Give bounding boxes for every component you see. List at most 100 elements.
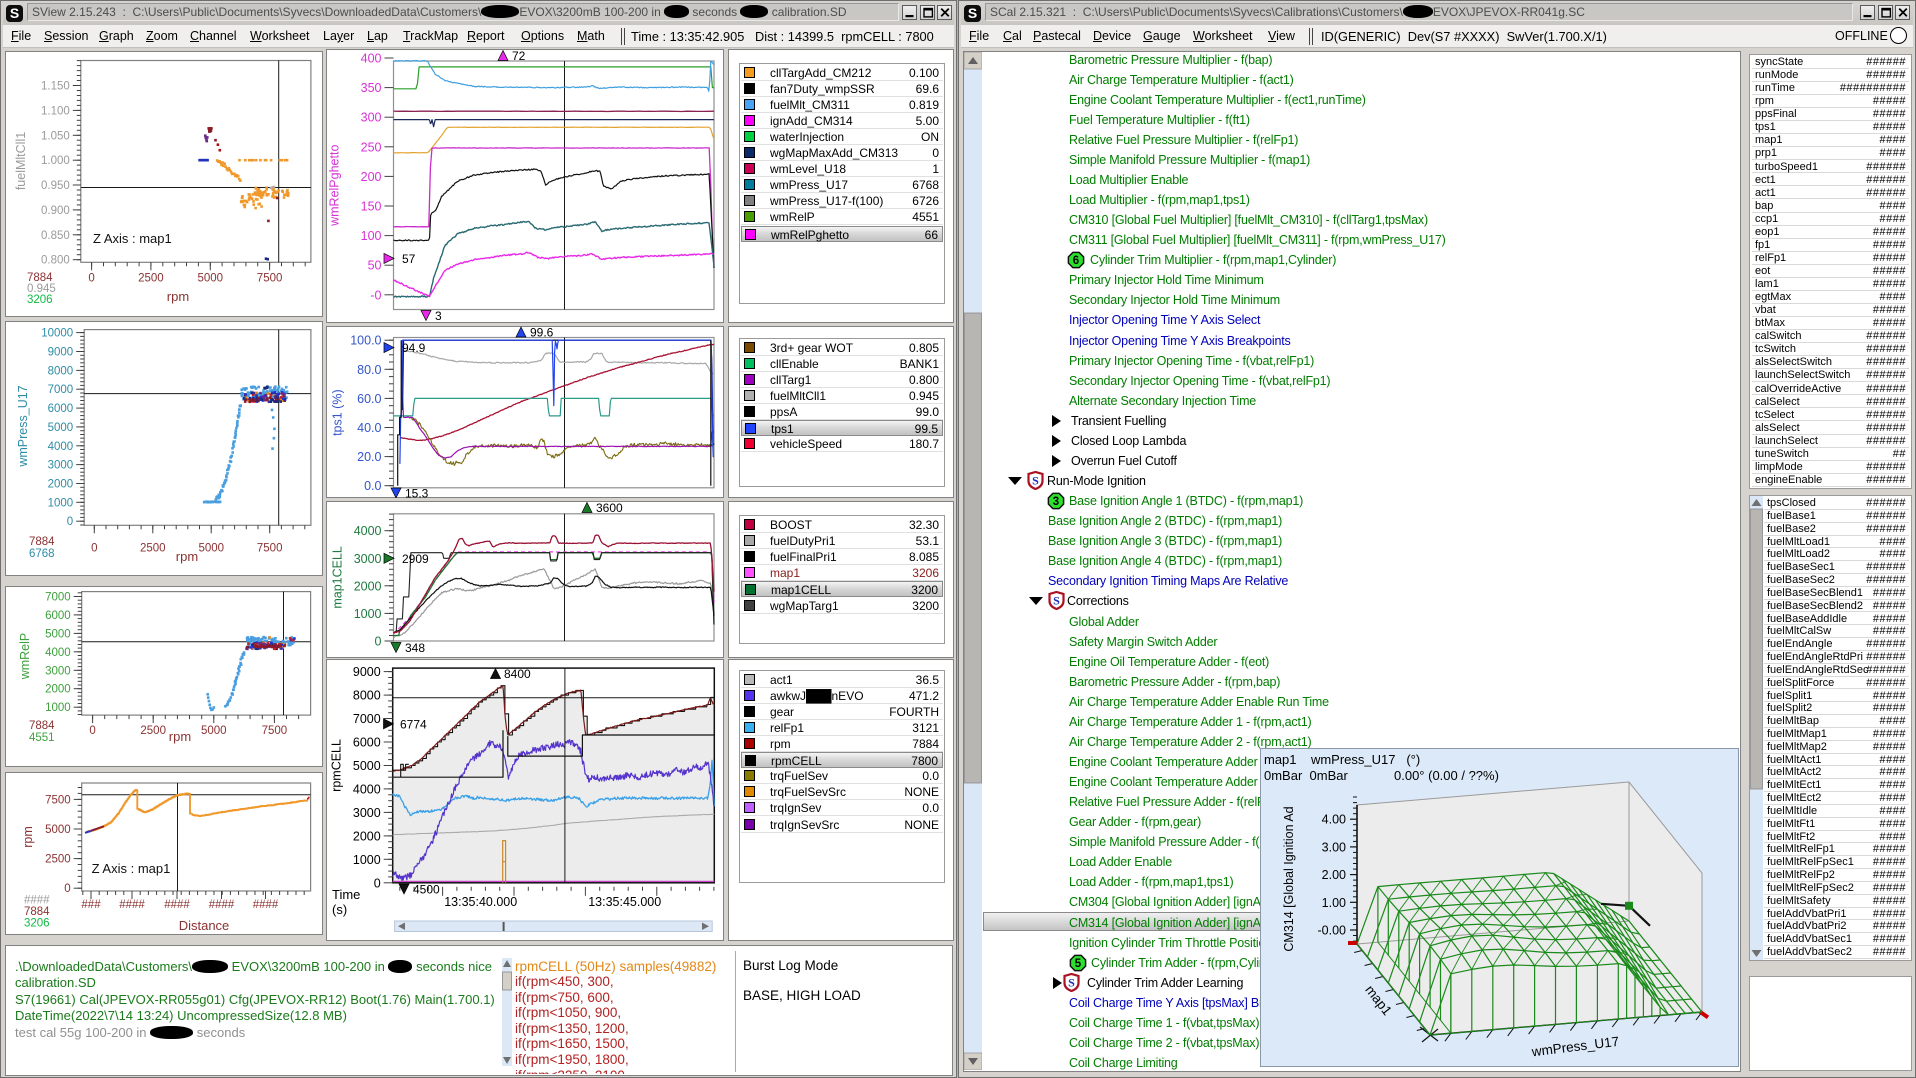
svg-text:6000: 6000 [45,610,71,622]
svg-text:2000: 2000 [354,579,382,593]
svg-text:Distance: Distance [179,918,230,933]
svg-text:7500: 7500 [262,725,288,737]
svg-text:9000: 9000 [48,346,74,358]
svg-text:8000: 8000 [48,365,74,377]
svg-text:1.150: 1.150 [41,81,70,93]
svg-text:2.00: 2.00 [1322,868,1346,882]
svg-text:13:35:40.000: 13:35:40.000 [444,895,517,909]
svg-text:2500: 2500 [45,854,71,866]
svg-text:300: 300 [361,111,382,125]
svg-text:1000: 1000 [45,702,71,714]
svg-text:0: 0 [91,542,97,554]
svg-text:1.100: 1.100 [41,105,70,117]
svg-text:3000: 3000 [354,552,382,566]
svg-text:fuelMltCll1: fuelMltCll1 [14,132,28,190]
svg-text:0.800: 0.800 [41,255,70,267]
svg-text:3600: 3600 [596,501,623,515]
svg-text:5000: 5000 [198,542,224,554]
svg-text:6000: 6000 [353,736,381,750]
svg-text:5000: 5000 [201,725,227,737]
svg-text:3206: 3206 [27,294,53,306]
svg-text:0: 0 [375,635,382,649]
svg-text:rpm: rpm [169,729,191,744]
svg-text:-0: -0 [370,288,381,302]
svg-text:3000: 3000 [48,460,74,472]
svg-text:7884: 7884 [24,906,50,918]
svg-text:6: 6 [1073,255,1079,267]
svg-text:7000: 7000 [48,384,74,396]
svg-text:7884: 7884 [29,720,55,732]
svg-text:7500: 7500 [45,794,71,806]
svg-text:####: #### [253,899,279,911]
svg-text:3.00: 3.00 [1322,840,1346,854]
svg-text:0.900: 0.900 [41,205,70,217]
svg-text:0: 0 [88,272,94,284]
svg-text:6774: 6774 [400,717,427,731]
svg-text:4551: 4551 [29,732,55,744]
svg-text:CM314 [Global Ignition Ad: CM314 [Global Ignition Ad [1282,806,1296,951]
svg-text:100.0: 100.0 [350,334,381,348]
svg-text:rpm: rpm [21,826,35,848]
svg-text:2000: 2000 [48,478,74,490]
svg-text:94.9: 94.9 [402,341,426,355]
svg-text:###: ### [81,899,101,911]
svg-text:-0.00: -0.00 [1317,924,1346,938]
svg-text:1000: 1000 [354,607,382,621]
svg-text:0: 0 [374,876,381,890]
svg-text:5000: 5000 [48,422,74,434]
svg-text:(s): (s) [332,902,347,917]
svg-text:7500: 7500 [257,272,283,284]
svg-text:0: 0 [89,725,95,737]
svg-text:9000: 9000 [353,665,381,679]
svg-text:1.050: 1.050 [41,130,70,142]
svg-text:rpm: rpm [167,289,189,304]
svg-text:5: 5 [1075,958,1082,970]
svg-text:3: 3 [1053,496,1059,508]
svg-text:S: S [1053,594,1060,608]
svg-text:72: 72 [512,49,526,63]
svg-text:5000: 5000 [45,824,71,836]
svg-text:1000: 1000 [48,497,74,509]
svg-text:2909: 2909 [402,552,429,566]
svg-text:2500: 2500 [140,542,166,554]
svg-text:15.3: 15.3 [405,487,429,499]
svg-text:S: S [1032,473,1039,487]
svg-text:0: 0 [67,516,73,528]
svg-text:rpm: rpm [176,549,198,564]
svg-text:7000: 7000 [45,592,71,604]
svg-text:57: 57 [402,252,416,266]
svg-text:99.6: 99.6 [530,326,554,340]
svg-text:8000: 8000 [353,689,381,703]
svg-text:20.0: 20.0 [357,450,381,464]
svg-text:####: #### [119,899,145,911]
svg-text:8400: 8400 [504,667,531,681]
svg-text:4500: 4500 [413,883,440,897]
svg-text:10000: 10000 [41,328,73,340]
svg-text:wmPress_U17: wmPress_U17 [1530,1034,1620,1060]
svg-text:60.0: 60.0 [357,392,381,406]
svg-text:4000: 4000 [354,524,382,538]
svg-text:250: 250 [361,140,382,154]
svg-text:80.0: 80.0 [357,363,381,377]
svg-text:4000: 4000 [48,441,74,453]
svg-text:350: 350 [361,81,382,95]
svg-text:####: #### [164,899,190,911]
svg-text:1.00: 1.00 [1322,896,1346,910]
svg-text:Z Axis : map1: Z Axis : map1 [93,231,172,246]
svg-text:tps1 (%): tps1 (%) [331,389,345,436]
svg-text:wmRelPghetto: wmRelPghetto [328,145,342,227]
svg-text:100: 100 [361,229,382,243]
svg-text:3000: 3000 [45,665,71,677]
svg-text:0.0: 0.0 [364,479,381,493]
svg-text:0.850: 0.850 [41,230,70,242]
svg-text:5000: 5000 [353,759,381,773]
svg-text:7884: 7884 [29,536,55,548]
svg-text:####: #### [209,899,235,911]
svg-text:400: 400 [361,52,382,66]
svg-text:5000: 5000 [197,272,223,284]
svg-text:map1: map1 [1362,982,1395,1018]
svg-text:rpmCELL: rpmCELL [330,739,344,792]
svg-text:Z Axis : map1: Z Axis : map1 [92,861,171,876]
svg-text:3000: 3000 [353,806,381,820]
svg-text:2000: 2000 [353,829,381,843]
